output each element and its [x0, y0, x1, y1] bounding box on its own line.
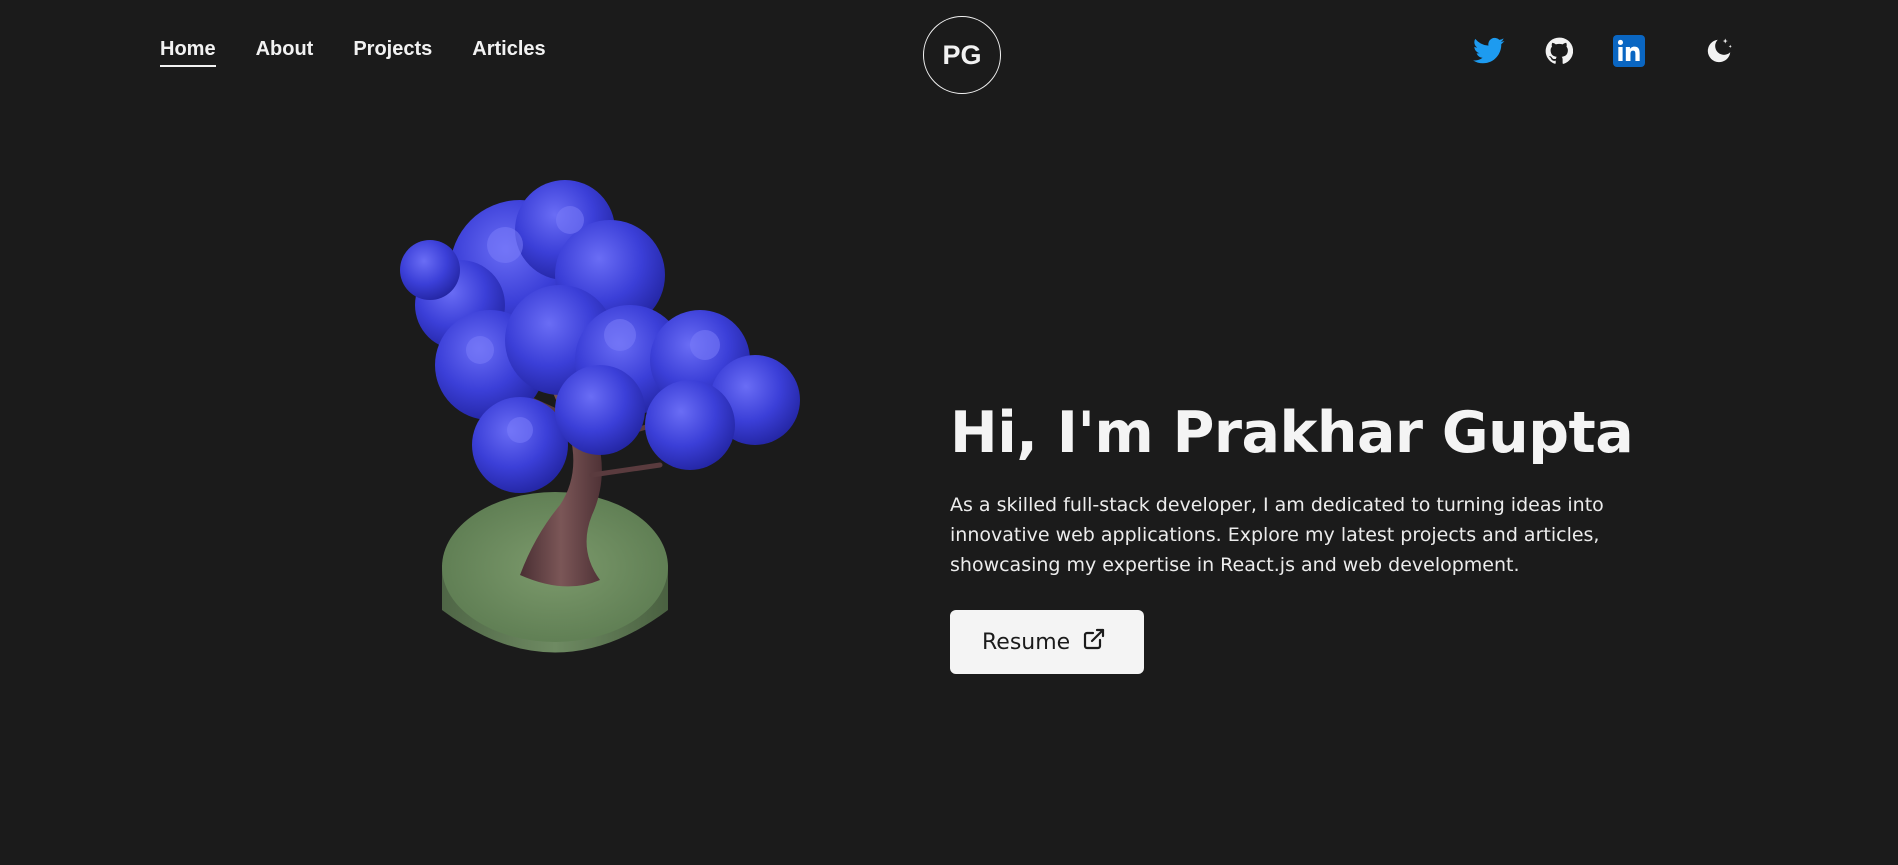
github-icon[interactable] — [1542, 34, 1576, 68]
bonsai-tree-illustration — [400, 180, 800, 653]
twitter-icon[interactable] — [1472, 34, 1506, 68]
nav-articles-link[interactable]: Articles — [472, 38, 545, 67]
resume-button-label: Resume — [982, 629, 1071, 655]
nav-projects-link[interactable]: Projects — [353, 38, 432, 67]
social-links — [1472, 34, 1736, 68]
linkedin-icon[interactable] — [1612, 34, 1646, 68]
moon-icon[interactable] — [1702, 34, 1736, 68]
hero-section: Hi, I'm Prakhar Gupta As a skilled full-… — [950, 400, 1670, 674]
hero-description: As a skilled full-stack developer, I am … — [950, 494, 1604, 576]
logo-badge[interactable]: PG — [923, 16, 1001, 94]
external-link-icon — [1082, 627, 1106, 657]
hero-title: Hi, I'm Prakhar Gupta — [950, 400, 1634, 466]
resume-button[interactable]: Resume — [950, 610, 1144, 674]
nav-about-link[interactable]: About — [256, 38, 314, 67]
nav-home-link[interactable]: Home — [160, 38, 216, 67]
main-nav: Home About Projects Articles — [160, 38, 546, 67]
portfolio-page: Home About Projects Articles PG Hi, I'm … — [0, 0, 1898, 865]
